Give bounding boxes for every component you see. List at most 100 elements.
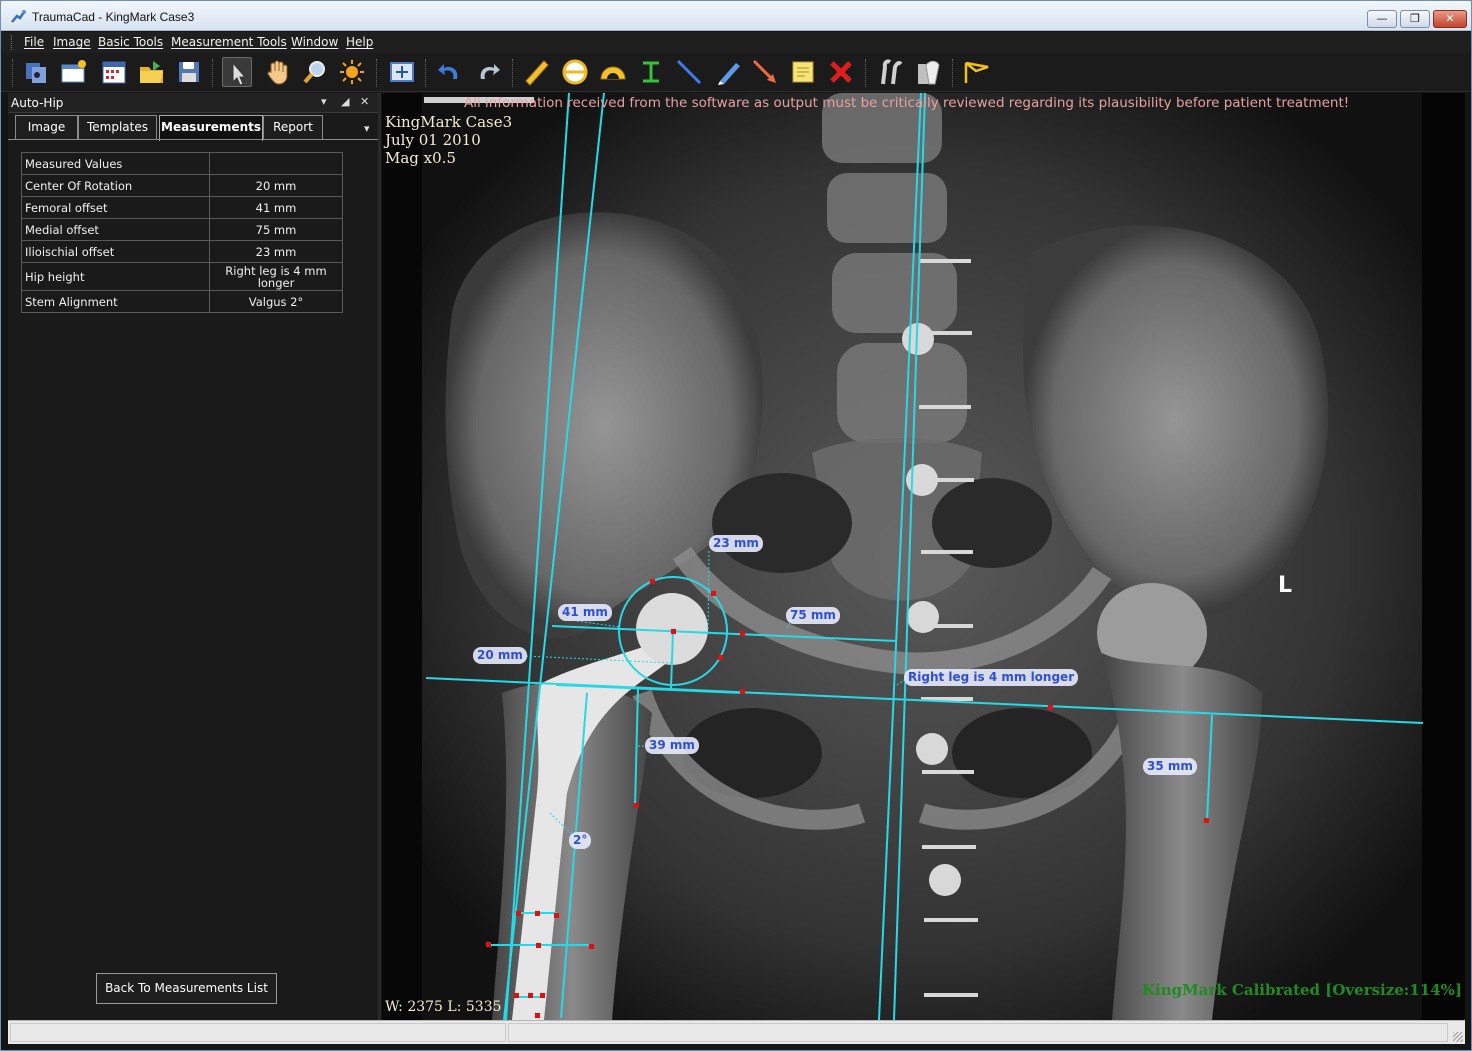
menu-grip [11, 35, 14, 50]
row-label: Hip height [21, 262, 210, 291]
hip-template-icon[interactable] [875, 57, 905, 87]
magnification: Mag x0.5 [385, 149, 456, 167]
toolbar-separator [512, 59, 514, 87]
brightness-icon[interactable] [337, 57, 367, 87]
h-line-tool-icon[interactable] [636, 57, 666, 87]
select-arrow-icon[interactable] [222, 57, 252, 87]
redo-icon[interactable] [473, 57, 503, 87]
case-date: July 01 2010 [385, 131, 481, 149]
row-value: Right leg is 4 mm longer [209, 262, 343, 291]
pin-icon[interactable]: ◢ [341, 95, 349, 108]
circle-tool-icon[interactable] [560, 57, 590, 87]
status-bar [8, 1020, 1465, 1044]
row-value: 75 mm [209, 218, 343, 241]
menu-measurement-tools[interactable]: Measurement Tools [171, 35, 287, 49]
tab-overflow-icon[interactable]: ▾ [364, 122, 370, 135]
row-value: Valgus 2° [209, 290, 343, 313]
table-row[interactable]: Femoral offset 41 mm [21, 196, 343, 219]
row-label: Stem Alignment [21, 290, 210, 313]
arrow-tool-icon[interactable] [750, 57, 780, 87]
traumacad-logo-icon [11, 10, 26, 23]
status-cell [508, 1023, 1448, 1042]
undo-icon[interactable] [435, 57, 465, 87]
status-cell [10, 1023, 506, 1042]
menu-basic-tools[interactable]: Basic Tools [98, 35, 163, 49]
tab-report[interactable]: Report [263, 115, 323, 139]
auto-hip-panel: Auto-Hip ▾ ◢ ✕ Image Templates Measureme… [8, 93, 378, 1020]
case-info: KingMark Case3 July 01 2010 Mag x0.5 [385, 113, 512, 167]
center-of-rotation-label[interactable]: 20 mm [473, 647, 527, 664]
row-value: 41 mm [209, 196, 343, 219]
menu-image[interactable]: Image [53, 35, 91, 49]
medial-offset-label[interactable]: 75 mm [786, 607, 840, 624]
table-row[interactable]: Center Of Rotation 20 mm [21, 174, 343, 197]
panel-header: Auto-Hip ▾ ◢ ✕ [8, 93, 378, 113]
measurements-table: Measured Values Center Of Rotation 20 mm… [21, 152, 343, 313]
window-level-readout: W: 2375 L: 5335 [385, 999, 502, 1015]
row-value: 20 mm [209, 174, 343, 197]
tab-measurements[interactable]: Measurements [159, 115, 263, 141]
auto-hip-icon[interactable] [962, 57, 992, 87]
maximize-button[interactable]: ❐ [1400, 10, 1430, 28]
table-header: Measured Values [21, 152, 210, 175]
row-label: Ilioischial offset [21, 240, 210, 263]
close-button[interactable]: ✕ [1433, 10, 1467, 28]
toolbar-separator [425, 59, 427, 87]
pen-icon[interactable] [714, 57, 744, 87]
row-label: Medial offset [21, 218, 210, 241]
new-image-icon[interactable] [59, 57, 89, 87]
angle-tool-icon[interactable] [598, 57, 628, 87]
zoom-icon[interactable] [300, 57, 330, 87]
back-to-measurements-button[interactable]: Back To Measurements List [96, 973, 277, 1004]
note-icon[interactable] [788, 57, 818, 87]
delete-icon[interactable] [826, 57, 856, 87]
xray-viewer[interactable]: All information received from the softwa… [382, 93, 1465, 1020]
app-window: TraumaCad - KingMark Case3 — ❐ ✕ File Im… [0, 0, 1472, 1051]
implant-icon[interactable] [913, 57, 943, 87]
resize-grip-icon[interactable] [1453, 1032, 1463, 1042]
pan-hand-icon[interactable] [262, 57, 292, 87]
panel-splitter[interactable] [378, 93, 381, 1020]
ruler-icon[interactable] [522, 57, 552, 87]
menu-bar: File Image Basic Tools Measurement Tools… [1, 32, 1471, 53]
toolbar-separator [865, 59, 867, 87]
save-icon[interactable] [174, 57, 204, 87]
table-row[interactable]: Stem Alignment Valgus 2° [21, 290, 343, 313]
line-tool-icon[interactable] [674, 57, 704, 87]
case-name: KingMark Case3 [385, 113, 513, 131]
chevron-down-icon[interactable]: ▾ [321, 95, 327, 108]
femoral-offset-label[interactable]: 41 mm [558, 604, 612, 621]
table-row[interactable]: Medial offset 75 mm [21, 218, 343, 241]
calendar-icon[interactable] [99, 57, 129, 87]
left-lesser-trochanter-label[interactable]: 35 mm [1143, 758, 1197, 775]
stem-angle-label[interactable]: 2° [569, 832, 592, 849]
minimize-button[interactable]: — [1367, 10, 1397, 28]
window-title: TraumaCad - KingMark Case3 [32, 10, 195, 24]
table-row[interactable]: Hip height Right leg is 4 mm longer [21, 262, 343, 291]
table-row[interactable]: Ilioischial offset 23 mm [21, 240, 343, 263]
menu-help[interactable]: Help [346, 35, 373, 49]
open-images-icon[interactable] [22, 57, 52, 87]
toolbar [1, 53, 1471, 92]
menu-window[interactable]: Window [291, 35, 338, 49]
right-lesser-trochanter-label[interactable]: 39 mm [645, 737, 699, 754]
leg-length-label[interactable]: Right leg is 4 mm longer [904, 669, 1079, 686]
table-header-value [209, 152, 343, 175]
toolbar-grip [12, 59, 14, 87]
menu-file[interactable]: File [24, 35, 44, 49]
tab-image[interactable]: Image [15, 115, 78, 139]
close-icon[interactable]: ✕ [360, 95, 369, 108]
title-bar: TraumaCad - KingMark Case3 — ❐ ✕ [1, 1, 1471, 31]
tab-templates[interactable]: Templates [78, 115, 157, 139]
tab-divider [8, 139, 378, 140]
xray-image [382, 93, 1424, 1020]
fit-icon[interactable] [387, 57, 417, 87]
row-value: 23 mm [209, 240, 343, 263]
toolbar-separator [376, 59, 378, 87]
table-header-row: Measured Values [21, 152, 343, 175]
row-label: Femoral offset [21, 196, 210, 219]
panel-tabs: Image Templates Measurements Report ▾ [8, 115, 378, 141]
toolbar-separator [212, 59, 214, 87]
open-folder-icon[interactable] [137, 57, 167, 87]
ilioischial-offset-label[interactable]: 23 mm [709, 535, 763, 552]
